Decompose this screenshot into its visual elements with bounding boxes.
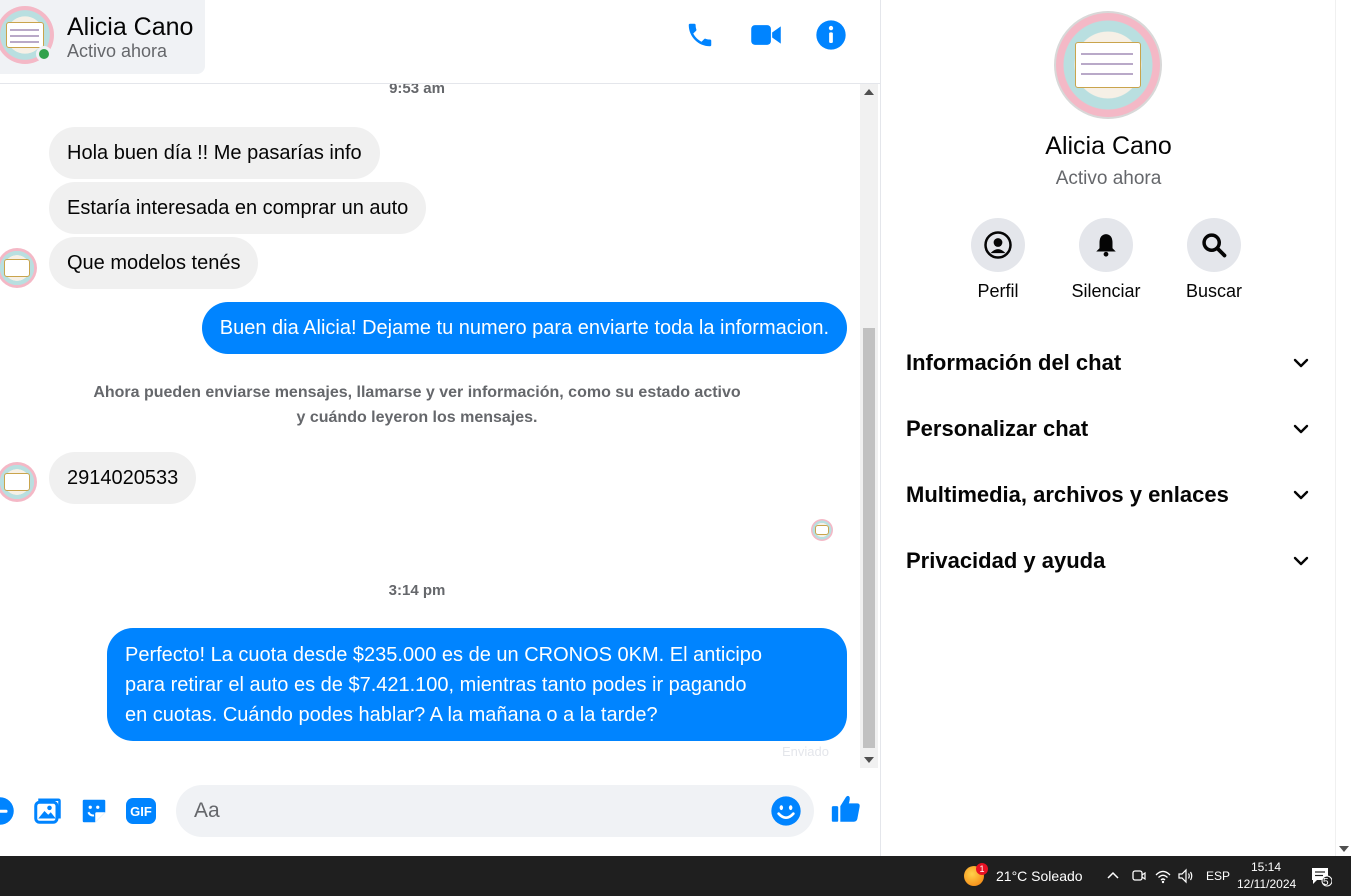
- section-chat-info[interactable]: Información del chat: [906, 338, 1316, 388]
- message-input[interactable]: [194, 785, 754, 837]
- outgoing-message[interactable]: Buen dia Alicia! Dejame tu numero para e…: [201, 302, 847, 354]
- notification-count: 5: [1323, 877, 1329, 888]
- incoming-message[interactable]: Hola buen día !! Me pasarías info: [49, 127, 380, 179]
- seen-by-avatar: [811, 519, 833, 541]
- incoming-message[interactable]: Que modelos tenés: [49, 237, 259, 289]
- image-icon: [34, 798, 61, 824]
- wifi-icon[interactable]: [1154, 867, 1172, 885]
- panel-contact-name: Alicia Cano: [1045, 132, 1172, 160]
- message-list[interactable]: 9:53 am Hola buen día !! Me pasarías inf…: [0, 84, 860, 768]
- message-line: en cuotas. Cuándo podes hablar? A la mañ…: [125, 704, 658, 726]
- timestamp-separator: 9:53 am: [389, 84, 445, 97]
- scroll-up-arrow[interactable]: [864, 89, 874, 95]
- message-line: Perfecto! La cuota desde $235.000 es de …: [125, 644, 763, 666]
- language-indicator[interactable]: ESP: [1206, 869, 1230, 883]
- info-icon: [816, 20, 846, 50]
- message-line: para retirar el auto es de $7.421.100, m…: [125, 674, 747, 696]
- panel-avatar[interactable]: [1054, 11, 1162, 119]
- incoming-message[interactable]: Estaría interesada en comprar un auto: [49, 182, 427, 234]
- profile-icon: [984, 231, 1012, 259]
- sender-avatar[interactable]: [0, 248, 37, 288]
- panel-contact-status: Activo ahora: [1055, 168, 1162, 189]
- voice-call-button[interactable]: [681, 16, 719, 54]
- bell-icon: [1096, 234, 1116, 257]
- video-call-button[interactable]: [747, 16, 785, 54]
- chevron-up-icon[interactable]: [1104, 867, 1122, 885]
- composer: GIF: [0, 768, 880, 856]
- chevron-down-icon: [1293, 424, 1309, 434]
- chat-header: Alicia Cano Activo ahora: [0, 0, 880, 84]
- sent-status: Enviado: [782, 744, 829, 759]
- search-action[interactable]: Buscar: [1159, 218, 1269, 302]
- incoming-message[interactable]: 2914020533: [49, 452, 197, 504]
- sticker-icon: [82, 799, 106, 823]
- details-panel: Alicia Cano Activo ahora Perfil Silencia…: [880, 0, 1335, 856]
- system-notice: Ahora pueden enviarse mensajes, llamarse…: [93, 384, 741, 426]
- send-like-button[interactable]: [829, 792, 863, 826]
- section-label: Información del chat: [906, 350, 1122, 375]
- scroll-down-arrow[interactable]: [1339, 846, 1349, 852]
- clock-time[interactable]: 15:14: [1251, 860, 1281, 874]
- chevron-down-icon: [1293, 358, 1309, 368]
- online-indicator: [36, 46, 52, 62]
- message-scrollbar[interactable]: [860, 84, 878, 768]
- profile-action[interactable]: Perfil: [943, 218, 1053, 302]
- section-label: Personalizar chat: [906, 416, 1089, 441]
- sender-avatar[interactable]: [0, 462, 37, 502]
- windows-taskbar: 1 21°C Soleado ESP 15:14 12/11/2024 5: [0, 856, 1351, 896]
- sticker-button[interactable]: [77, 794, 111, 828]
- search-action-label: Buscar: [1185, 281, 1243, 301]
- chevron-down-icon: [1293, 490, 1309, 500]
- contact-name[interactable]: Alicia Cano: [67, 13, 193, 42]
- outgoing-message[interactable]: Perfecto! La cuota desde $235.000 es de …: [107, 628, 847, 741]
- attach-photo-button[interactable]: [30, 794, 64, 828]
- search-icon: [1202, 233, 1227, 258]
- section-media-files-links[interactable]: Multimedia, archivos y enlaces: [906, 470, 1316, 520]
- contact-info-button[interactable]: Alicia Cano Activo ahora: [0, 0, 205, 74]
- chevron-down-icon: [1293, 556, 1309, 566]
- panel-scrollbar[interactable]: [1335, 0, 1351, 856]
- section-privacy-help[interactable]: Privacidad y ayuda: [906, 536, 1316, 586]
- contact-status: Activo ahora: [67, 41, 168, 61]
- conversation-info-button[interactable]: [812, 16, 850, 54]
- mute-action-label: Silenciar: [1071, 281, 1141, 301]
- gif-icon: GIF: [126, 798, 156, 824]
- scroll-down-arrow[interactable]: [864, 757, 874, 763]
- section-customize-chat[interactable]: Personalizar chat: [906, 404, 1316, 454]
- weather-badge: 1: [976, 863, 988, 875]
- profile-action-label: Perfil: [977, 281, 1019, 301]
- weather-text[interactable]: 21°C Soleado: [996, 868, 1083, 884]
- section-label: Privacidad y ayuda: [906, 548, 1106, 573]
- scroll-thumb[interactable]: [863, 328, 875, 748]
- phone-icon: [688, 23, 712, 47]
- gif-button[interactable]: GIF: [124, 794, 158, 828]
- meet-now-icon[interactable]: [1129, 867, 1147, 885]
- emoji-icon[interactable]: [770, 795, 802, 827]
- message-input-box[interactable]: [176, 785, 814, 837]
- section-label: Multimedia, archivos y enlaces: [906, 482, 1229, 507]
- thumbs-up-icon: [831, 795, 860, 822]
- volume-icon[interactable]: [1177, 867, 1195, 885]
- gif-label: GIF: [130, 804, 152, 819]
- mute-action[interactable]: Silenciar: [1051, 218, 1161, 302]
- video-camera-icon: [751, 25, 781, 45]
- timestamp-separator: 3:14 pm: [388, 582, 446, 599]
- clock-date[interactable]: 12/11/2024: [1237, 877, 1296, 891]
- more-actions-button[interactable]: [0, 794, 17, 828]
- plus-circle-icon: [0, 797, 14, 825]
